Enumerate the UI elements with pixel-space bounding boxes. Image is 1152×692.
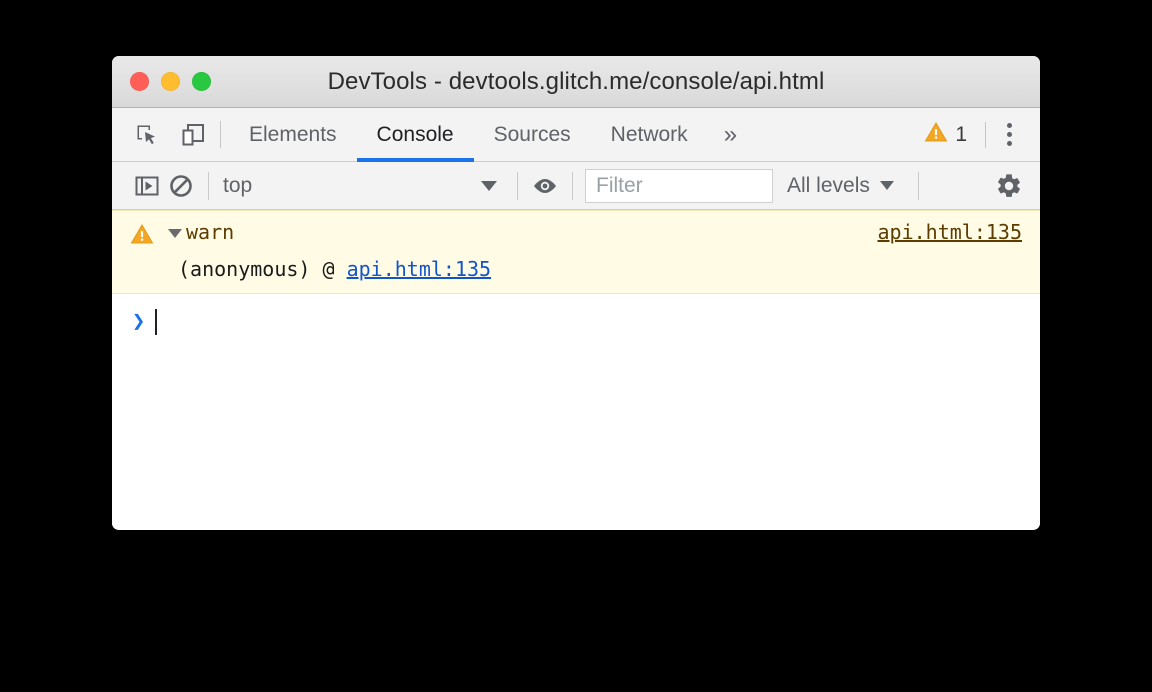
title-bar: DevTools - devtools.glitch.me/console/ap… — [112, 56, 1040, 108]
execution-context-label: top — [223, 173, 253, 197]
console-sidebar-icon[interactable] — [130, 169, 164, 203]
tab-console[interactable]: Console — [356, 108, 474, 162]
more-tabs-chevron-icon[interactable]: » — [708, 108, 753, 161]
settings-gear-icon[interactable] — [992, 169, 1026, 203]
device-toolbar-icon[interactable] — [178, 120, 208, 150]
minimize-button[interactable] — [161, 72, 180, 91]
warning-triangle-icon — [130, 222, 154, 251]
warning-count-indicator[interactable]: 1 — [912, 120, 979, 150]
console-message-header: warn api.html:135 — [112, 218, 1040, 251]
kebab-dot — [1006, 123, 1012, 128]
live-expression-eye-icon[interactable] — [528, 169, 562, 203]
console-message-warning[interactable]: warn api.html:135 (anonymous) @ api.html… — [112, 210, 1040, 294]
prompt-arrow-icon: ❯ — [132, 309, 146, 334]
panel-tabs: Elements Console Sources Network » — [229, 108, 753, 162]
stack-frame-name: (anonymous) @ — [178, 257, 347, 281]
console-prompt[interactable]: ❯ — [112, 294, 1040, 340]
maximize-button[interactable] — [192, 72, 211, 91]
devtools-window: DevTools - devtools.glitch.me/console/ap… — [112, 56, 1040, 530]
console-toolbar-divider — [517, 171, 518, 200]
execution-context-selector[interactable]: top — [219, 174, 507, 198]
clear-console-icon[interactable] — [164, 169, 198, 203]
console-message-text: warn — [186, 220, 235, 244]
inspect-element-icon[interactable] — [132, 120, 162, 150]
console-message-source-link[interactable]: api.html:135 — [858, 218, 1023, 246]
console-toolbar: top Filter All levels — [112, 162, 1040, 210]
console-toolbar-divider — [208, 171, 209, 200]
chevron-down-icon — [879, 181, 894, 190]
log-level-label: All levels — [787, 173, 870, 197]
tab-bar-right: 1 — [912, 108, 1040, 161]
log-level-selector[interactable]: All levels — [773, 174, 908, 198]
warning-triangle-icon — [924, 120, 948, 150]
console-stack-frame: (anonymous) @ api.html:135 — [112, 251, 1040, 283]
filter-input[interactable]: Filter — [585, 168, 773, 203]
tab-sources-label: Sources — [493, 122, 571, 146]
tab-network-label: Network — [610, 122, 688, 146]
kebab-dot — [1006, 141, 1012, 146]
chevron-down-icon — [481, 180, 497, 191]
close-button[interactable] — [130, 72, 149, 91]
disclosure-triangle-icon[interactable] — [168, 229, 182, 238]
kebab-dot — [1006, 132, 1012, 137]
tab-console-label: Console — [376, 122, 454, 146]
filter-placeholder: Filter — [596, 173, 643, 197]
console-toolbar-divider — [917, 171, 919, 200]
window-title: DevTools - devtools.glitch.me/console/ap… — [327, 67, 825, 95]
tab-elements[interactable]: Elements — [229, 108, 357, 161]
warning-count-label: 1 — [955, 122, 967, 146]
tab-bar-divider — [220, 121, 221, 148]
tab-network[interactable]: Network — [591, 108, 708, 161]
tab-bar-right-divider — [985, 121, 986, 148]
text-cursor — [155, 309, 158, 335]
devtools-menu-button[interactable] — [992, 118, 1026, 152]
more-tabs-label: » — [723, 120, 738, 148]
tab-bar-icons — [112, 108, 216, 161]
devtools-tab-bar: Elements Console Sources Network » 1 — [112, 108, 1040, 162]
console-toolbar-divider — [572, 171, 573, 200]
stack-frame-link[interactable]: api.html:135 — [347, 257, 492, 281]
tab-sources[interactable]: Sources — [474, 108, 591, 161]
window-controls — [112, 72, 211, 91]
tab-elements-label: Elements — [249, 122, 337, 146]
console-message-list[interactable]: warn api.html:135 (anonymous) @ api.html… — [112, 210, 1040, 529]
settings-area — [992, 169, 1026, 203]
